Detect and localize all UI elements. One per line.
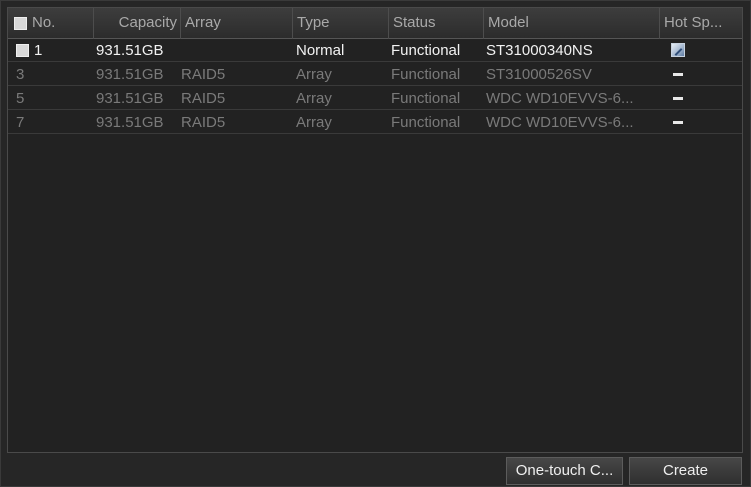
cell-status: Functional bbox=[391, 90, 461, 107]
header-array[interactable]: Array bbox=[180, 8, 292, 39]
dash-icon bbox=[673, 121, 683, 124]
hdd-array-panel: No. Capacity Array Type Status Model Hot… bbox=[0, 0, 751, 487]
table-header: No. Capacity Array Type Status Model Hot… bbox=[8, 8, 742, 39]
cell-type: Array bbox=[296, 114, 332, 131]
cell-type: Normal bbox=[296, 42, 345, 59]
header-no: No. bbox=[8, 8, 93, 39]
disk-table: No. Capacity Array Type Status Model Hot… bbox=[7, 7, 743, 453]
table-row[interactable]: 5 931.51GB RAID5 Array Functional WDC WD10EVV… bbox=[8, 87, 742, 110]
cell-array: RAID5 bbox=[181, 114, 226, 131]
header-capacity[interactable]: Capacity bbox=[93, 8, 180, 39]
table-row[interactable]: 1 931.51GB Normal Functional ST31000340NS bbox=[8, 39, 742, 62]
dash-icon bbox=[673, 97, 683, 100]
table-row[interactable]: 3 931.51GB RAID5 Array Functional ST31000526S… bbox=[8, 63, 742, 86]
cell-array bbox=[181, 39, 291, 62]
cell-array: RAID5 bbox=[181, 90, 226, 107]
dash-icon bbox=[673, 73, 683, 76]
cell-capacity: 931.51GB bbox=[96, 66, 164, 83]
cell-model: WDC WD10EVVS-6... bbox=[486, 114, 634, 131]
cell-model: ST31000526SV bbox=[486, 66, 592, 83]
cell-status: Functional bbox=[391, 66, 461, 83]
table-row[interactable]: 7 931.51GB RAID5 Array Functional WDC WD10EVV… bbox=[8, 111, 742, 134]
cell-no: 1 bbox=[34, 42, 43, 59]
row-checkbox[interactable] bbox=[16, 44, 29, 57]
cell-type: Array bbox=[296, 66, 332, 83]
header-no-label: No. bbox=[32, 14, 56, 31]
cell-model: WDC WD10EVVS-6... bbox=[486, 90, 634, 107]
cell-array: RAID5 bbox=[181, 66, 226, 83]
header-model[interactable]: Model bbox=[483, 8, 659, 39]
cell-type: Array bbox=[296, 90, 332, 107]
cell-status: Functional bbox=[391, 114, 461, 131]
header-hot-spare[interactable]: Hot Sp... bbox=[659, 8, 744, 39]
cell-no: 7 bbox=[16, 114, 25, 131]
footer-bar: One-touch C... Create bbox=[1, 457, 750, 487]
header-type[interactable]: Type bbox=[292, 8, 388, 39]
one-touch-config-button[interactable]: One-touch C... bbox=[506, 457, 623, 485]
cell-no: 5 bbox=[16, 90, 25, 107]
cell-no: 3 bbox=[16, 66, 25, 83]
cell-status: Functional bbox=[391, 42, 461, 59]
edit-icon[interactable] bbox=[671, 43, 685, 57]
cell-capacity: 931.51GB bbox=[96, 114, 164, 131]
header-status[interactable]: Status bbox=[388, 8, 483, 39]
cell-capacity: 931.51GB bbox=[96, 90, 164, 107]
cell-model: ST31000340NS bbox=[486, 42, 593, 59]
select-all-checkbox[interactable] bbox=[14, 17, 27, 30]
create-button[interactable]: Create bbox=[629, 457, 742, 485]
cell-capacity: 931.51GB bbox=[96, 42, 164, 59]
